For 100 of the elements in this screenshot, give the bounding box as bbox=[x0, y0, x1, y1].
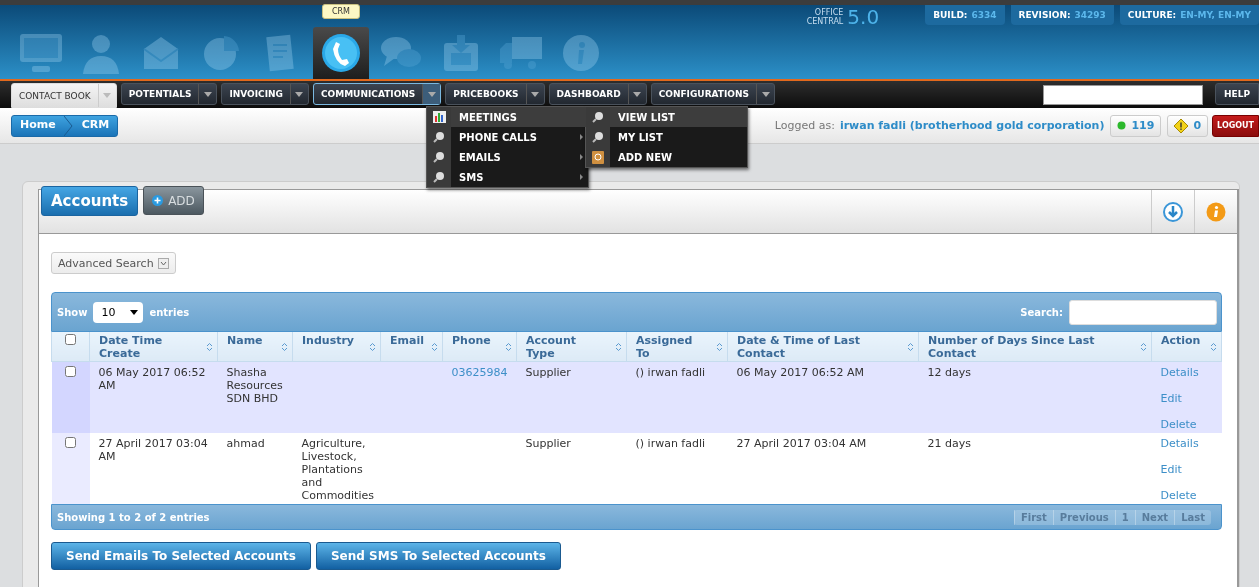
address-book-icon bbox=[592, 150, 604, 164]
send-button[interactable]: Send SMS To Selected Accounts bbox=[315, 542, 561, 570]
envelope-icon bbox=[142, 35, 180, 71]
cell-text: 27 April 2017 03:04 AM bbox=[98, 437, 208, 463]
search-icon bbox=[592, 131, 604, 143]
search-field[interactable] bbox=[1043, 85, 1203, 105]
cell-text: Agriculture, Livestock, Plantations and Commodities bbox=[301, 437, 374, 502]
caret-icon bbox=[633, 91, 642, 97]
person-icon bbox=[81, 32, 121, 74]
phone-link[interactable]: 03625984 bbox=[451, 366, 508, 379]
caret-icon bbox=[203, 91, 212, 97]
column-header[interactable]: Date & Time of Last Contact bbox=[727, 332, 919, 362]
alerts-badge[interactable]: 0 bbox=[1167, 114, 1209, 137]
menu-item[interactable]: MY LIST bbox=[586, 127, 747, 147]
nav-tab[interactable]: PRICEBOOKS bbox=[445, 83, 545, 105]
product-version: 5.0 bbox=[847, 5, 880, 29]
send-button[interactable]: Send Emails To Selected Accounts bbox=[51, 542, 311, 570]
column-header[interactable]: Name bbox=[217, 332, 293, 362]
document-icon bbox=[265, 33, 297, 73]
sort-icon[interactable] bbox=[369, 341, 376, 352]
search-icon bbox=[433, 171, 445, 183]
info-icon[interactable] bbox=[1206, 201, 1226, 222]
cell-text: 27 April 2017 03:04 AM bbox=[736, 437, 867, 450]
action-link[interactable]: Details bbox=[1160, 437, 1213, 450]
action-link[interactable]: Delete bbox=[1160, 489, 1213, 502]
info-icon bbox=[562, 34, 600, 72]
product-name: OFFICE CENTRAL bbox=[806, 8, 844, 26]
accounts-tab[interactable]: Accounts bbox=[41, 186, 139, 216]
menu-item[interactable]: ADD NEW bbox=[586, 147, 747, 167]
user-link[interactable]: irwan fadli (brotherhood gold corporation) bbox=[839, 119, 1105, 132]
sort-icon[interactable] bbox=[1210, 341, 1217, 352]
nav-tab[interactable]: CONTACT BOOK bbox=[11, 83, 117, 108]
menu-item[interactable]: PHONE CALLS bbox=[427, 127, 588, 147]
column-header[interactable]: Account Type bbox=[516, 332, 627, 362]
column-header[interactable]: Industry bbox=[292, 332, 381, 362]
nav-tab[interactable]: POTENTIALS bbox=[120, 83, 218, 105]
cell-text: 06 May 2017 06:52 AM bbox=[98, 366, 206, 392]
action-link[interactable]: Delete bbox=[1160, 418, 1213, 431]
sort-icon[interactable] bbox=[206, 341, 213, 352]
nav-tab[interactable]: CONFIGURATIONS bbox=[650, 83, 776, 105]
caret-icon bbox=[427, 91, 436, 97]
cell-text: Shasha Resources SDN BHD bbox=[226, 366, 283, 405]
tooltip: CRM bbox=[322, 4, 360, 19]
sort-icon[interactable] bbox=[907, 341, 914, 352]
page-size-select[interactable]: 10 bbox=[93, 301, 144, 323]
cell-text: ahmad bbox=[226, 437, 265, 450]
cell-text: () irwan fadli bbox=[635, 366, 706, 379]
sort-icon[interactable] bbox=[281, 341, 288, 352]
warning-icon bbox=[1174, 118, 1189, 133]
sort-icon[interactable] bbox=[716, 341, 723, 352]
info-badge: REVISION: 34293 bbox=[1010, 5, 1114, 25]
select-all-checkbox[interactable] bbox=[65, 334, 76, 345]
sort-icon[interactable] bbox=[1140, 341, 1147, 352]
menu-item[interactable]: MEETINGS bbox=[427, 107, 588, 127]
search-icon bbox=[592, 111, 604, 123]
logout-button[interactable]: LOGOUT bbox=[1212, 114, 1259, 137]
column-header[interactable]: Date Time Create bbox=[89, 332, 218, 362]
column-header[interactable]: Action bbox=[1151, 332, 1222, 362]
action-link[interactable]: Edit bbox=[1160, 463, 1213, 476]
caret-icon bbox=[295, 91, 304, 97]
nav-tab[interactable]: COMMUNICATIONS bbox=[312, 83, 442, 105]
row-checkbox[interactable] bbox=[65, 437, 76, 448]
caret-icon bbox=[103, 93, 112, 98]
download-icon[interactable] bbox=[1163, 201, 1183, 222]
menu-item[interactable]: SMS bbox=[427, 167, 588, 187]
dropdown-icon bbox=[157, 257, 169, 269]
cell-text: 21 days bbox=[927, 437, 971, 450]
cell-text: Supplier bbox=[525, 366, 571, 379]
sort-icon[interactable] bbox=[615, 341, 622, 352]
phone-icon bbox=[321, 33, 361, 73]
caret-icon bbox=[130, 309, 139, 315]
column-header[interactable]: Number of Days Since Last Contact bbox=[918, 332, 1152, 362]
online-badge[interactable]: 119 bbox=[1110, 114, 1162, 137]
nav-tab[interactable]: INVOICING bbox=[221, 83, 309, 105]
row-checkbox[interactable] bbox=[65, 366, 76, 377]
action-link[interactable]: Details bbox=[1160, 366, 1213, 379]
breadcrumb-link[interactable]: Home bbox=[12, 115, 64, 136]
column-header[interactable]: Assigned To bbox=[626, 332, 728, 362]
cell-text: Supplier bbox=[525, 437, 571, 450]
nav-tab[interactable]: DASHBOARD bbox=[548, 83, 647, 105]
action-link[interactable]: Edit bbox=[1160, 392, 1213, 405]
show-label: Show bbox=[57, 306, 88, 318]
sort-icon[interactable] bbox=[431, 341, 438, 352]
sort-icon[interactable] bbox=[505, 341, 512, 352]
table-search-field[interactable] bbox=[1069, 299, 1217, 325]
column-header[interactable]: Email bbox=[380, 332, 443, 362]
logged-as-label: Logged as: bbox=[774, 119, 835, 132]
search-icon bbox=[433, 151, 445, 163]
save-icon bbox=[442, 33, 480, 73]
column-header[interactable]: Phone bbox=[442, 332, 517, 362]
breadcrumb-link[interactable]: CRM bbox=[73, 115, 118, 136]
submenu-arrow-icon bbox=[580, 174, 583, 180]
menu-item[interactable]: VIEW LIST bbox=[586, 107, 747, 127]
add-button[interactable]: ADD bbox=[143, 186, 204, 215]
cell-text: () irwan fadli bbox=[635, 437, 706, 450]
advanced-search-button[interactable]: Advanced Search bbox=[51, 252, 176, 274]
menu-item[interactable]: EMAILS bbox=[427, 147, 588, 167]
bar-chart-icon bbox=[432, 111, 446, 123]
cell-text: 06 May 2017 06:52 AM bbox=[736, 366, 864, 379]
help-button[interactable]: HELP bbox=[1215, 83, 1259, 105]
